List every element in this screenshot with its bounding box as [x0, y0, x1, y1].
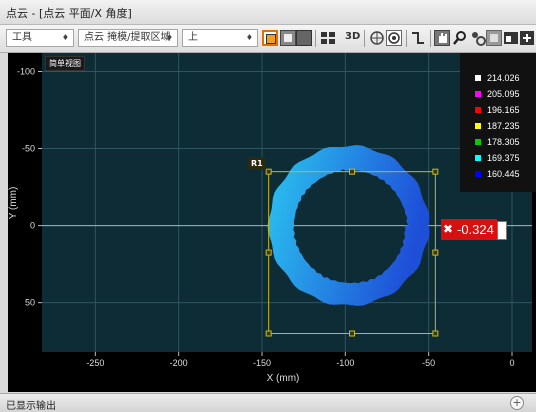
chevron-down-icon: ♦	[165, 33, 173, 42]
view-dropdown-label: 上	[188, 32, 198, 43]
legend-value: 205.095	[487, 89, 520, 99]
grid-layout-icon[interactable]	[320, 30, 336, 46]
gray-view-icon[interactable]	[280, 30, 296, 46]
roi-handle[interactable]	[349, 168, 355, 175]
separator	[315, 30, 316, 47]
mesh-icon[interactable]	[369, 30, 385, 46]
settings-icon[interactable]	[470, 30, 486, 46]
y-tick-label: -50	[22, 144, 35, 154]
separator	[430, 30, 431, 47]
legend-entry: 178.305	[460, 134, 536, 150]
legend-value: 214.026	[487, 73, 520, 83]
add-icon[interactable]: +	[510, 396, 524, 410]
legend-swatch	[475, 107, 481, 113]
view-dropdown[interactable]: 上 ♦	[182, 29, 258, 47]
legend-swatch	[475, 139, 481, 145]
point-cloud-viewer[interactable]: -250 -200 -150 -100 -50 0 -100 -50 0 50 X (mm) Y …	[8, 53, 536, 392]
legend-swatch	[475, 155, 481, 161]
view-badge: 简单视图	[45, 56, 85, 71]
roi-handle[interactable]	[432, 330, 439, 337]
legend-entry: 169.375	[460, 150, 536, 166]
roi-handle[interactable]	[349, 330, 355, 337]
chevron-down-icon: ♦	[61, 33, 69, 42]
solid-view-icon[interactable]	[296, 30, 312, 46]
legend-swatch	[475, 123, 481, 129]
status-bar: 已显示输出 +	[0, 393, 536, 412]
profile-icon[interactable]	[410, 30, 426, 46]
status-text: 已显示输出	[6, 401, 56, 412]
legend-value: 196.165	[487, 105, 520, 115]
roi-handle[interactable]	[432, 168, 439, 175]
y-axis-label: Y (mm)	[8, 187, 19, 220]
target-icon[interactable]	[386, 30, 402, 46]
legend-swatch	[475, 75, 481, 81]
expand-icon[interactable]	[519, 30, 535, 46]
color-legend: 214.026 205.095 196.165 187.235 178.305 169.3…	[460, 53, 536, 192]
x-tick-label: 0	[509, 358, 514, 368]
roi-handle[interactable]	[265, 330, 272, 337]
legend-entry: 196.165	[460, 102, 536, 118]
x-tick-label: -150	[253, 358, 271, 368]
legend-value: 169.375	[487, 153, 520, 163]
y-tick-label: 50	[25, 298, 35, 308]
legend-entry: 205.095	[460, 86, 536, 102]
toolbar: 工具 ♦ 点云 掩模/提取区域 ♦ 上 ♦ 3D	[0, 25, 536, 53]
roi-handle[interactable]	[432, 249, 439, 256]
x-tick-label: -100	[336, 358, 354, 368]
x-tick-label: -50	[422, 358, 435, 368]
title-bar: 点云 - [点云 平面/X 角度]	[0, 0, 536, 25]
measurement-value: -0.324	[455, 219, 497, 240]
separator	[406, 30, 407, 47]
roi-label: R1	[248, 157, 266, 170]
window-title: 点云 - [点云 平面/X 角度]	[6, 7, 132, 20]
legend-value: 160.445	[487, 169, 520, 179]
roi-handle[interactable]	[265, 168, 272, 175]
window-icon[interactable]	[503, 30, 519, 46]
close-icon[interactable]: ✖	[441, 219, 455, 240]
3d-button[interactable]: 3D	[345, 31, 360, 42]
legend-entry: 214.026	[460, 70, 536, 86]
zoom-icon[interactable]	[452, 30, 468, 46]
chevron-down-icon: ♦	[245, 33, 253, 42]
legend-entry: 160.445	[460, 166, 536, 182]
legend-swatch	[475, 171, 481, 177]
measurement-readout[interactable]: ✖ -0.324	[441, 219, 507, 240]
tools-dropdown-label: 工具	[12, 32, 32, 43]
legend-entry: 187.235	[460, 118, 536, 134]
mode-dropdown[interactable]: 点云 掩模/提取区域 ♦	[78, 29, 178, 47]
text-cursor-box	[496, 221, 507, 240]
y-tick-label: -100	[17, 66, 35, 76]
pan-hand-icon[interactable]	[434, 30, 450, 46]
y-tick-label: 0	[30, 221, 35, 231]
x-tick-label: -200	[170, 358, 188, 368]
legend-value: 187.235	[487, 121, 520, 131]
legend-value: 178.305	[487, 137, 520, 147]
color-view-icon[interactable]	[262, 30, 278, 46]
mode-dropdown-label: 点云 掩模/提取区域	[84, 32, 171, 43]
tools-dropdown[interactable]: 工具 ♦	[6, 29, 74, 47]
x-tick-label: -250	[86, 358, 104, 368]
legend-swatch	[475, 91, 481, 97]
roi-handle[interactable]	[265, 249, 272, 256]
separator	[364, 30, 365, 47]
x-axis-label: X (mm)	[267, 373, 300, 384]
fit-view-icon[interactable]	[486, 30, 502, 46]
